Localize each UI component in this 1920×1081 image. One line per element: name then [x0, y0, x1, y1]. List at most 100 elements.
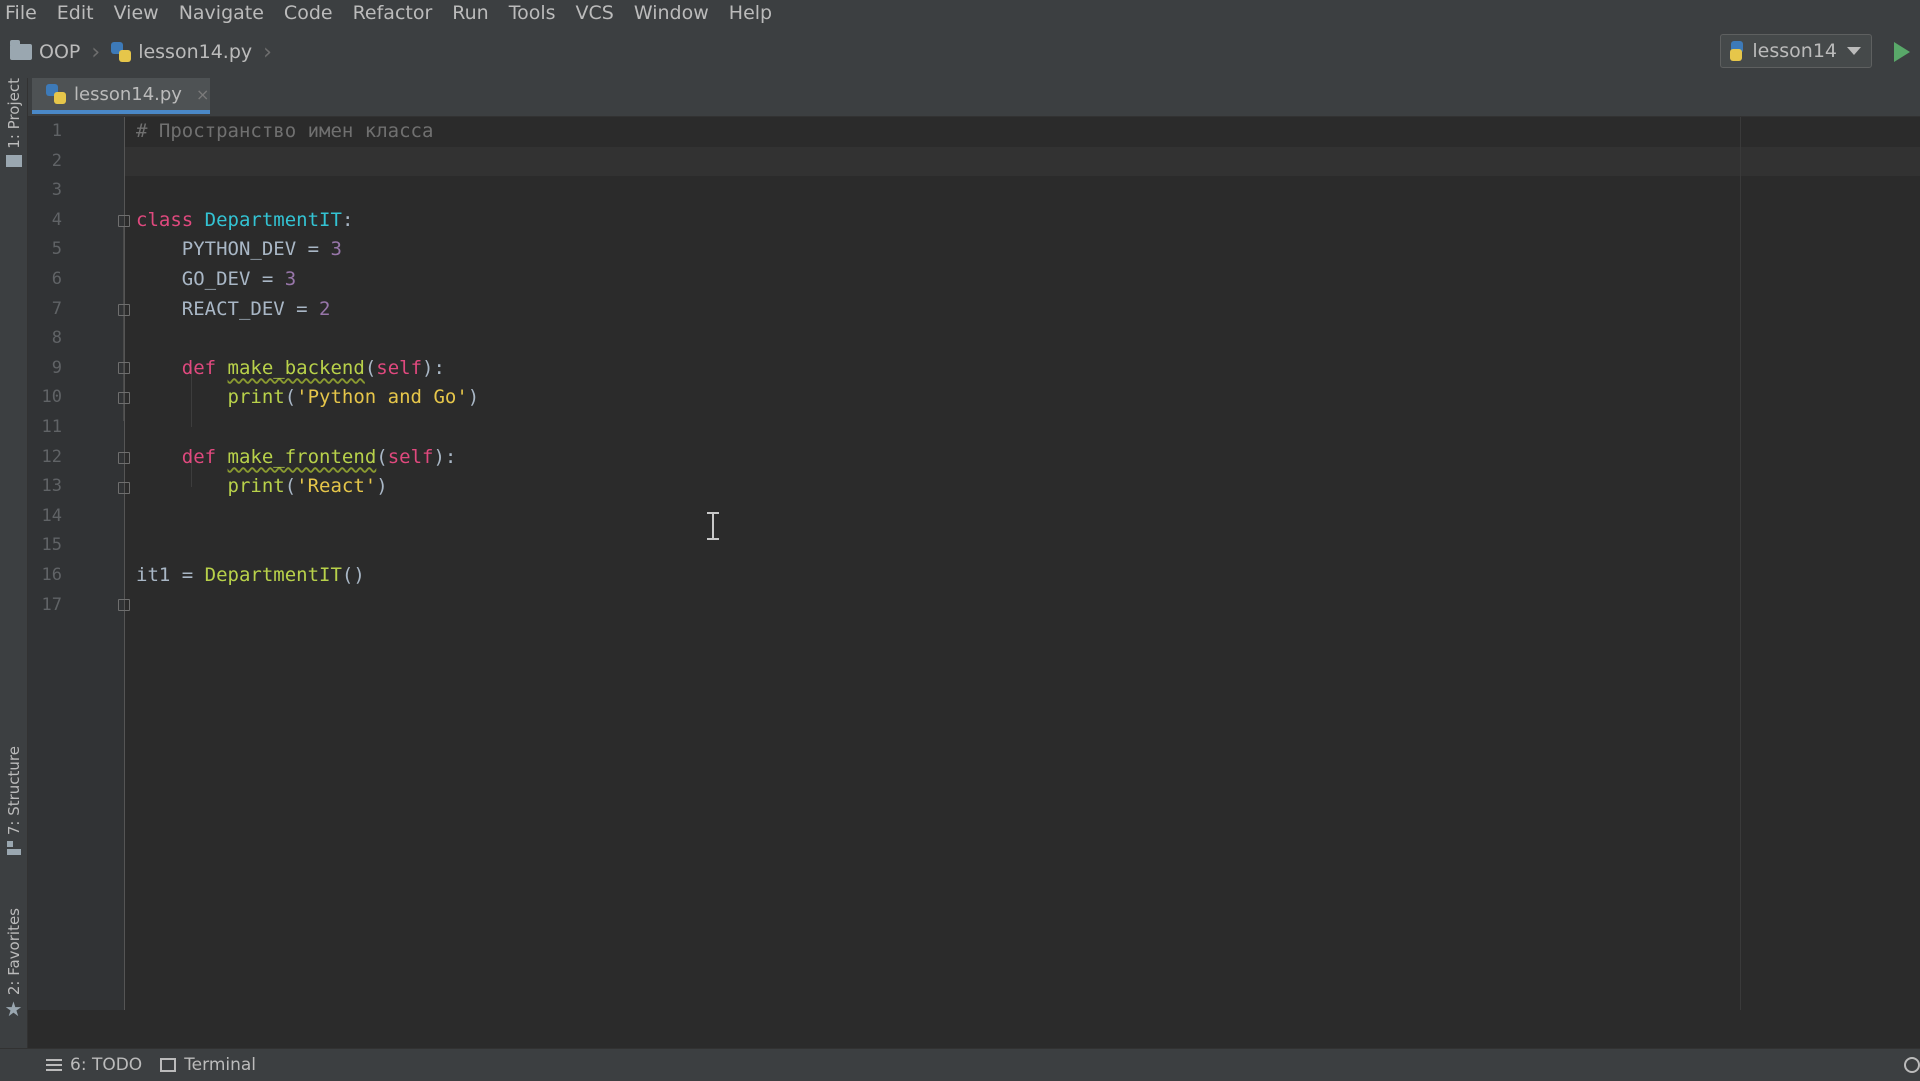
fold-marker[interactable]: [118, 215, 130, 227]
punctuation: ): [467, 386, 480, 409]
python-file-icon: [111, 42, 132, 62]
terminal-icon: [160, 1058, 177, 1072]
terminal-tool-button[interactable]: Terminal: [160, 1055, 256, 1075]
fold-marker[interactable]: [118, 599, 130, 611]
structure-tool-button[interactable]: 7: Structure: [0, 746, 27, 856]
code-line-10: print('Python and Go'): [136, 383, 1920, 413]
assignment: REACT_DEV =: [181, 297, 320, 320]
todo-label: 6: TODO: [70, 1055, 143, 1075]
event-log-icon[interactable]: [1904, 1057, 1920, 1073]
code-line-5: PYTHON_DEV = 3: [136, 235, 1920, 265]
project-tool-button[interactable]: 1: Project: [0, 78, 27, 167]
fold-marker[interactable]: [118, 392, 130, 404]
fold-marker[interactable]: [118, 482, 130, 494]
code-editor[interactable]: 1 2 3 4 5 6 7 8 9 10 11 12 13 14 15 16 1…: [28, 117, 1920, 1010]
line-number: 8: [51, 328, 62, 349]
line-number: 5: [51, 239, 62, 260]
line-number: 3: [51, 180, 62, 201]
editor-gutter: 1 2 3 4 5 6 7 8 9 10 11 12 13 14 15 16 1…: [28, 117, 130, 1010]
class-name: DepartmentIT: [204, 208, 342, 231]
left-tool-strip: 1: Project 7: Structure 2: Favorites ★: [0, 78, 28, 1050]
punctuation: (): [341, 563, 365, 586]
code-line-16: it1 = DepartmentIT(): [136, 561, 1920, 591]
favorites-tool-button[interactable]: 2: Favorites ★: [0, 908, 27, 1019]
function-name: make_frontend: [227, 445, 377, 468]
line-number: 16: [41, 564, 62, 585]
line-number: 14: [41, 505, 62, 526]
menu-window[interactable]: Window: [624, 0, 719, 26]
menu-tools[interactable]: Tools: [499, 0, 566, 26]
keyword-def: def: [181, 356, 217, 379]
editor-tab-bar: lesson14.py ×: [28, 78, 1920, 117]
tab-label: lesson14.py: [74, 83, 182, 105]
fold-marker[interactable]: [118, 304, 130, 316]
assignment: PYTHON_DEV =: [181, 238, 331, 261]
self-param: self: [376, 356, 423, 379]
chevron-down-icon: [1847, 47, 1861, 55]
menu-run[interactable]: Run: [442, 0, 498, 26]
menu-vcs[interactable]: VCS: [566, 0, 624, 26]
breadcrumb-project[interactable]: OOP: [39, 41, 80, 63]
class-call: DepartmentIT: [204, 563, 342, 586]
code-line-4: class DepartmentIT:: [136, 206, 1920, 236]
line-number: 10: [41, 387, 62, 408]
assignment: GO_DEV =: [181, 267, 285, 290]
menu-navigate[interactable]: Navigate: [169, 0, 274, 26]
tab-lesson14[interactable]: lesson14.py ×: [32, 78, 210, 114]
menu-view[interactable]: View: [104, 0, 169, 26]
keyword-def: def: [181, 445, 217, 468]
line-number: 9: [51, 357, 62, 378]
line-number: 4: [51, 209, 62, 230]
punctuation: (: [364, 356, 377, 379]
menu-code[interactable]: Code: [274, 0, 343, 26]
code-line-12: def make_frontend(self):: [136, 443, 1920, 473]
todo-tool-button[interactable]: 6: TODO: [46, 1055, 142, 1075]
folder-icon: [10, 40, 32, 60]
number: 3: [284, 267, 297, 290]
punctuation: ):: [433, 445, 457, 468]
punctuation: ):: [422, 356, 445, 379]
punctuation: (: [284, 386, 297, 409]
line-number: 13: [41, 476, 62, 497]
fold-marker[interactable]: [118, 362, 130, 374]
run-configuration-select[interactable]: lesson14: [1720, 34, 1872, 68]
menu-file[interactable]: File: [0, 0, 47, 26]
line-number: 1: [51, 121, 62, 141]
punctuation: (: [376, 445, 388, 468]
code-line-13: print('React'): [136, 472, 1920, 502]
punctuation: ): [376, 475, 388, 498]
run-icon[interactable]: [1894, 42, 1910, 62]
code-line-9: def make_backend(self):: [136, 354, 1920, 384]
menu-refactor[interactable]: Refactor: [343, 0, 443, 26]
builtin-call: print: [227, 475, 285, 498]
line-number: 2: [51, 150, 62, 171]
breadcrumb-file[interactable]: lesson14.py: [138, 41, 252, 63]
code-line-7: REACT_DEV = 2: [136, 295, 1920, 325]
terminal-label: Terminal: [184, 1055, 257, 1075]
builtin-call: print: [227, 386, 285, 409]
close-icon[interactable]: ×: [196, 85, 209, 104]
breadcrumb-separator: ›: [91, 39, 101, 65]
fold-marker[interactable]: [118, 452, 130, 464]
python-icon: [1730, 41, 1744, 61]
run-configuration-label: lesson14: [1752, 40, 1837, 62]
line-number: 7: [51, 298, 62, 319]
menu-edit[interactable]: Edit: [47, 0, 104, 26]
code-line-1: # Пространство имен класса: [136, 117, 1920, 147]
line-number: 6: [51, 268, 62, 289]
punctuation: :: [341, 208, 354, 231]
menu-help[interactable]: Help: [719, 0, 782, 26]
